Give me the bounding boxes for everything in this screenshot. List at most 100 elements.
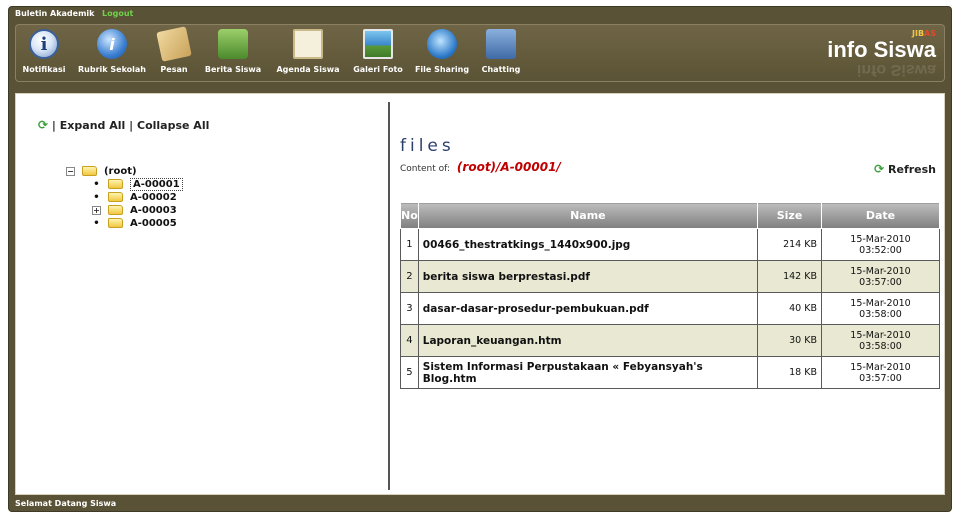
file-size: 142 KB <box>757 260 822 293</box>
tree-node[interactable]: • A-00002 <box>66 192 183 205</box>
photo-icon <box>363 29 393 59</box>
folder-icon <box>108 179 124 189</box>
bullet-icon: • <box>93 218 100 229</box>
toolbar-label: Galeri Foto <box>353 65 403 74</box>
file-size: 40 KB <box>757 292 822 325</box>
column-header-size: Size <box>757 202 822 229</box>
notepad-icon <box>293 29 323 59</box>
content-of-label: Content of: <box>400 164 451 174</box>
table-row[interactable]: 3 dasar-dasar-prosedur-pembukuan.pdf 40 … <box>400 292 940 325</box>
brand-logo: JIBAS info Siswa info Siswa <box>827 29 936 78</box>
file-name-link[interactable]: Sistem Informasi Perpustakaan « Febyansy… <box>417 356 759 389</box>
toolbar-notifikasi[interactable]: i Notifikasi <box>18 29 70 74</box>
welcome-footer: Selamat Datang Siswa <box>15 499 117 508</box>
info-blue-icon: i <box>97 29 127 59</box>
file-date-day: 15-Mar-2010 <box>850 329 911 341</box>
chat-icon <box>486 29 516 59</box>
toolbar-agenda-siswa[interactable]: Agenda Siswa <box>272 29 344 74</box>
file-date-day: 15-Mar-2010 <box>850 361 911 373</box>
toolbar-rubrik-sekolah[interactable]: i Rubrik Sekolah <box>74 29 150 74</box>
tree-root-label[interactable]: (root) <box>104 166 137 177</box>
people-icon <box>218 29 248 59</box>
bullet-icon: • <box>93 192 100 203</box>
column-header-name: Name <box>417 202 759 229</box>
tree-node[interactable]: + A-00003 <box>66 205 183 218</box>
logout-link[interactable]: Logout <box>102 9 133 18</box>
refresh-label: Refresh <box>888 163 936 176</box>
separator: | <box>51 119 56 132</box>
file-size: 214 KB <box>757 228 822 261</box>
toolbar-label: Notifikasi <box>22 65 66 74</box>
file-list-panel: files Content of: (root)/A-00001/ ⟳ Refr… <box>390 94 946 494</box>
bullet-icon: • <box>93 179 100 190</box>
folder-icon <box>82 166 98 176</box>
column-header-no: No <box>400 202 419 229</box>
content-area: ⟳ | Expand All | Collapse All − (root) •… <box>15 93 945 495</box>
file-name-link[interactable]: berita siswa berprestasi.pdf <box>417 260 759 293</box>
toolbar-pesan[interactable]: Pesan <box>154 26 194 74</box>
collapse-all-link[interactable]: Collapse All <box>137 119 209 132</box>
file-name-link[interactable]: 00466_thestratkings_1440x900.jpg <box>417 228 759 261</box>
file-name-link[interactable]: dasar-dasar-prosedur-pembukuan.pdf <box>417 292 759 325</box>
tree-node-label[interactable]: A-00003 <box>130 205 177 216</box>
expand-all-link[interactable]: Expand All <box>60 119 126 132</box>
file-date: 15-Mar-2010 03:58:00 <box>821 324 940 357</box>
file-date: 15-Mar-2010 03:52:00 <box>821 228 940 261</box>
file-date-time: 03:52:00 <box>859 244 902 256</box>
current-path: (root)/A-00001/ <box>456 160 561 174</box>
tree-node-label[interactable]: A-00005 <box>130 218 177 229</box>
tree-node-label-selected[interactable]: A-00001 <box>129 178 183 191</box>
file-date-time: 03:57:00 <box>859 276 902 288</box>
file-date-day: 15-Mar-2010 <box>850 265 911 277</box>
table-row[interactable]: 1 00466_thestratkings_1440x900.jpg 214 K… <box>400 228 940 261</box>
table-row[interactable]: 4 Laporan_keuangan.htm 30 KB 15-Mar-2010… <box>400 324 940 357</box>
table-header-row: No Name Size Date <box>400 202 940 229</box>
file-size: 30 KB <box>757 324 822 357</box>
toolbar-galeri-foto[interactable]: Galeri Foto <box>349 29 407 74</box>
file-date-time: 03:58:00 <box>859 340 902 352</box>
brand-title: info Siswa <box>827 37 936 62</box>
toolbar-label: Berita Siswa <box>204 65 262 74</box>
file-date-day: 15-Mar-2010 <box>850 233 911 245</box>
separator: | <box>129 119 134 132</box>
tree-node-label[interactable]: A-00002 <box>130 192 177 203</box>
table-row[interactable]: 5 Sistem Informasi Perpustakaan « Febyan… <box>400 356 940 389</box>
file-date: 15-Mar-2010 03:57:00 <box>821 260 940 293</box>
file-date-time: 03:58:00 <box>859 308 902 320</box>
buletin-akademik-link[interactable]: Buletin Akademik <box>15 9 94 18</box>
toolbar-chatting[interactable]: Chatting <box>476 29 526 74</box>
files-table: No Name Size Date 1 00466_thestratkings_… <box>400 202 940 389</box>
toolbar-label: Pesan <box>160 65 188 74</box>
toolbar-file-sharing[interactable]: File Sharing <box>410 29 474 74</box>
row-number: 2 <box>400 260 419 293</box>
toolbar-label: File Sharing <box>414 65 470 74</box>
row-number: 4 <box>400 324 419 357</box>
tree-controls: ⟳ | Expand All | Collapse All <box>38 118 209 132</box>
tree-node[interactable]: • A-00005 <box>66 218 183 231</box>
expand-icon[interactable]: + <box>92 205 101 215</box>
row-number: 3 <box>400 292 419 325</box>
file-sharing-icon <box>427 29 457 59</box>
folder-tree-panel: ⟳ | Expand All | Collapse All − (root) •… <box>16 94 388 494</box>
file-date: 15-Mar-2010 03:57:00 <box>821 356 940 389</box>
folder-icon <box>108 192 124 202</box>
column-header-date: Date <box>821 202 940 229</box>
file-name-link[interactable]: Laporan_keuangan.htm <box>417 324 759 357</box>
folder-icon <box>108 205 124 215</box>
refresh-button[interactable]: ⟳ Refresh <box>874 162 936 176</box>
info-icon: i <box>29 29 59 59</box>
files-heading: files <box>400 136 455 156</box>
toolbar-label: Chatting <box>481 65 521 74</box>
folder-icon <box>108 218 124 228</box>
brand-reflection: info Siswa <box>856 61 936 78</box>
row-number: 5 <box>400 356 419 389</box>
toolbar-berita-siswa[interactable]: Berita Siswa <box>200 29 266 74</box>
tree-node[interactable]: • A-00001 <box>66 178 183 192</box>
collapse-icon[interactable]: − <box>66 166 75 176</box>
content-of-line: Content of: (root)/A-00001/ <box>400 160 561 174</box>
reload-icon[interactable]: ⟳ <box>38 118 48 132</box>
folder-tree: − (root) • A-00001 • A-00002 + A-00003 •… <box>66 166 183 231</box>
refresh-icon: ⟳ <box>874 162 885 176</box>
table-row[interactable]: 2 berita siswa berprestasi.pdf 142 KB 15… <box>400 260 940 293</box>
toolbar-label: Rubrik Sekolah <box>78 65 146 74</box>
